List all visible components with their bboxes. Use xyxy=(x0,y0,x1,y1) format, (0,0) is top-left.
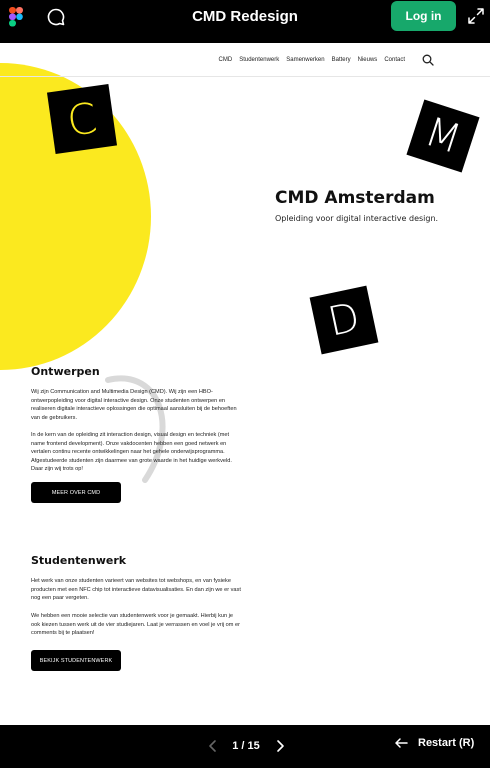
meer-over-cmd-button[interactable]: MEER OVER CMD xyxy=(31,482,121,503)
restart-arrow-icon xyxy=(395,738,408,748)
next-slide-icon[interactable] xyxy=(273,739,287,753)
bekijk-studentenwerk-button[interactable]: BEKIJK STUDENTENWERK xyxy=(31,650,121,671)
section-paragraph: Wij zijn Communication and Multimedia De… xyxy=(31,389,237,421)
nav-link-cmd[interactable]: CMD xyxy=(219,57,233,63)
site-nav: CMD Studentenwerk Samenwerken Battery Ni… xyxy=(0,43,490,77)
figma-logo-icon xyxy=(9,7,23,27)
section-paragraph: Het werk van onze studenten varieert van… xyxy=(31,578,241,601)
section-title-ontwerpen: Ontwerpen xyxy=(31,365,100,378)
restart-button[interactable]: Restart (R) xyxy=(394,737,474,749)
previous-slide-icon[interactable] xyxy=(206,739,220,753)
prototype-viewer: CMD Redesign Log in CMD Studentenwerk Sa… xyxy=(0,0,490,768)
page-indicator: 1 / 15 xyxy=(232,740,260,752)
nav-link-studentenwerk[interactable]: Studentenwerk xyxy=(239,57,279,63)
search-icon[interactable] xyxy=(422,54,434,66)
nav-link-contact[interactable]: Contact xyxy=(384,57,405,63)
hero-subtitle: Opleiding voor digital interactive desig… xyxy=(275,214,439,223)
bottom-bar: 1 / 15 Restart (R) xyxy=(0,725,490,768)
section-title-studentenwerk: Studentenwerk xyxy=(31,554,127,567)
top-bar: CMD Redesign Log in xyxy=(0,0,490,43)
nav-link-nieuws[interactable]: Nieuws xyxy=(358,57,378,63)
slide-canvas: CMD Studentenwerk Samenwerken Battery Ni… xyxy=(0,43,490,725)
hero-title: CMD Amsterdam xyxy=(275,188,435,208)
nav-links: CMD Studentenwerk Samenwerken Battery Ni… xyxy=(219,57,405,63)
nav-link-battery[interactable]: Battery xyxy=(332,57,351,63)
restart-label: Restart (R) xyxy=(418,737,475,749)
letter-c-card: C xyxy=(46,83,118,155)
login-button[interactable]: Log in xyxy=(391,1,456,31)
section-paragraph: We hebben een mooie selectie van student… xyxy=(31,613,240,636)
nav-link-samenwerken[interactable]: Samenwerken xyxy=(286,57,324,63)
letter-d-card: D xyxy=(309,285,379,355)
comment-icon[interactable] xyxy=(46,7,66,27)
section-paragraph: In de kern van de opleiding zit interact… xyxy=(31,432,232,472)
fullscreen-icon[interactable] xyxy=(467,7,485,25)
letter-m-card: M xyxy=(406,99,480,173)
